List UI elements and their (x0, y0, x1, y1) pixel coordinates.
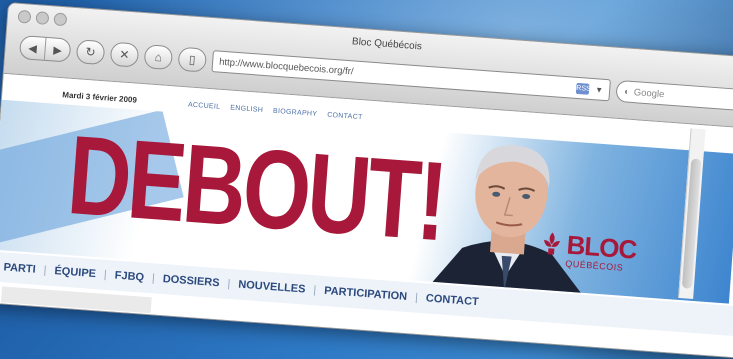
top-link-accueil[interactable]: ACCUEIL (188, 101, 221, 110)
browser-window: Bloc Québécois ◀ ▶ ↻ ✕ ⌂ ▯ http://www.bl… (0, 2, 733, 359)
top-link-biography[interactable]: BIOGRAPHY (273, 108, 318, 118)
nav-item-participation[interactable]: PARTICIPATION (324, 285, 408, 303)
top-link-contact[interactable]: CONTACT (327, 112, 363, 122)
top-link-english[interactable]: ENGLISH (230, 105, 263, 114)
back-button[interactable]: ◀ (20, 36, 46, 60)
nav-buttons: ◀ ▶ (18, 35, 72, 63)
nav-separator: | (151, 272, 156, 285)
rss-icon[interactable]: RSS (575, 82, 591, 95)
page-date: Mardi 3 février 2009 (62, 90, 138, 105)
nav-item-equipe[interactable]: ÉQUIPE (54, 265, 96, 280)
logo-text: BLOC (565, 229, 638, 265)
page-icon-button[interactable]: ▯ (177, 46, 208, 73)
nav-item-parti[interactable]: PARTI (3, 261, 36, 275)
fleur-de-lis-icon (544, 232, 560, 255)
reload-button[interactable]: ↻ (75, 39, 106, 66)
home-button[interactable]: ⌂ (143, 44, 174, 71)
forward-button[interactable]: ▶ (43, 37, 71, 62)
nav-separator: | (43, 264, 47, 277)
hero-headline: DEBOUT! (63, 112, 449, 265)
nav-item-dossiers[interactable]: DOSSIERS (162, 273, 220, 289)
chevron-down-icon[interactable]: ▼ (595, 85, 604, 95)
nav-item-contact[interactable]: CONTACT (425, 292, 479, 308)
nav-separator: | (414, 291, 419, 304)
search-field[interactable]: ◐ Google ⌕ (615, 79, 733, 112)
search-engine-icon: ◐ (623, 85, 631, 98)
nav-item-nouvelles[interactable]: NOUVELLES (238, 279, 306, 296)
nav-separator: | (103, 268, 108, 281)
nav-item-fjbq[interactable]: FJBQ (114, 270, 144, 284)
nav-separator: | (227, 277, 231, 291)
stop-button[interactable]: ✕ (109, 41, 140, 68)
search-placeholder: Google (633, 86, 665, 100)
politician-portrait (429, 145, 584, 297)
nav-separator: | (312, 284, 317, 297)
url-text: http://www.blocquebecois.org/fr/ (218, 56, 354, 77)
